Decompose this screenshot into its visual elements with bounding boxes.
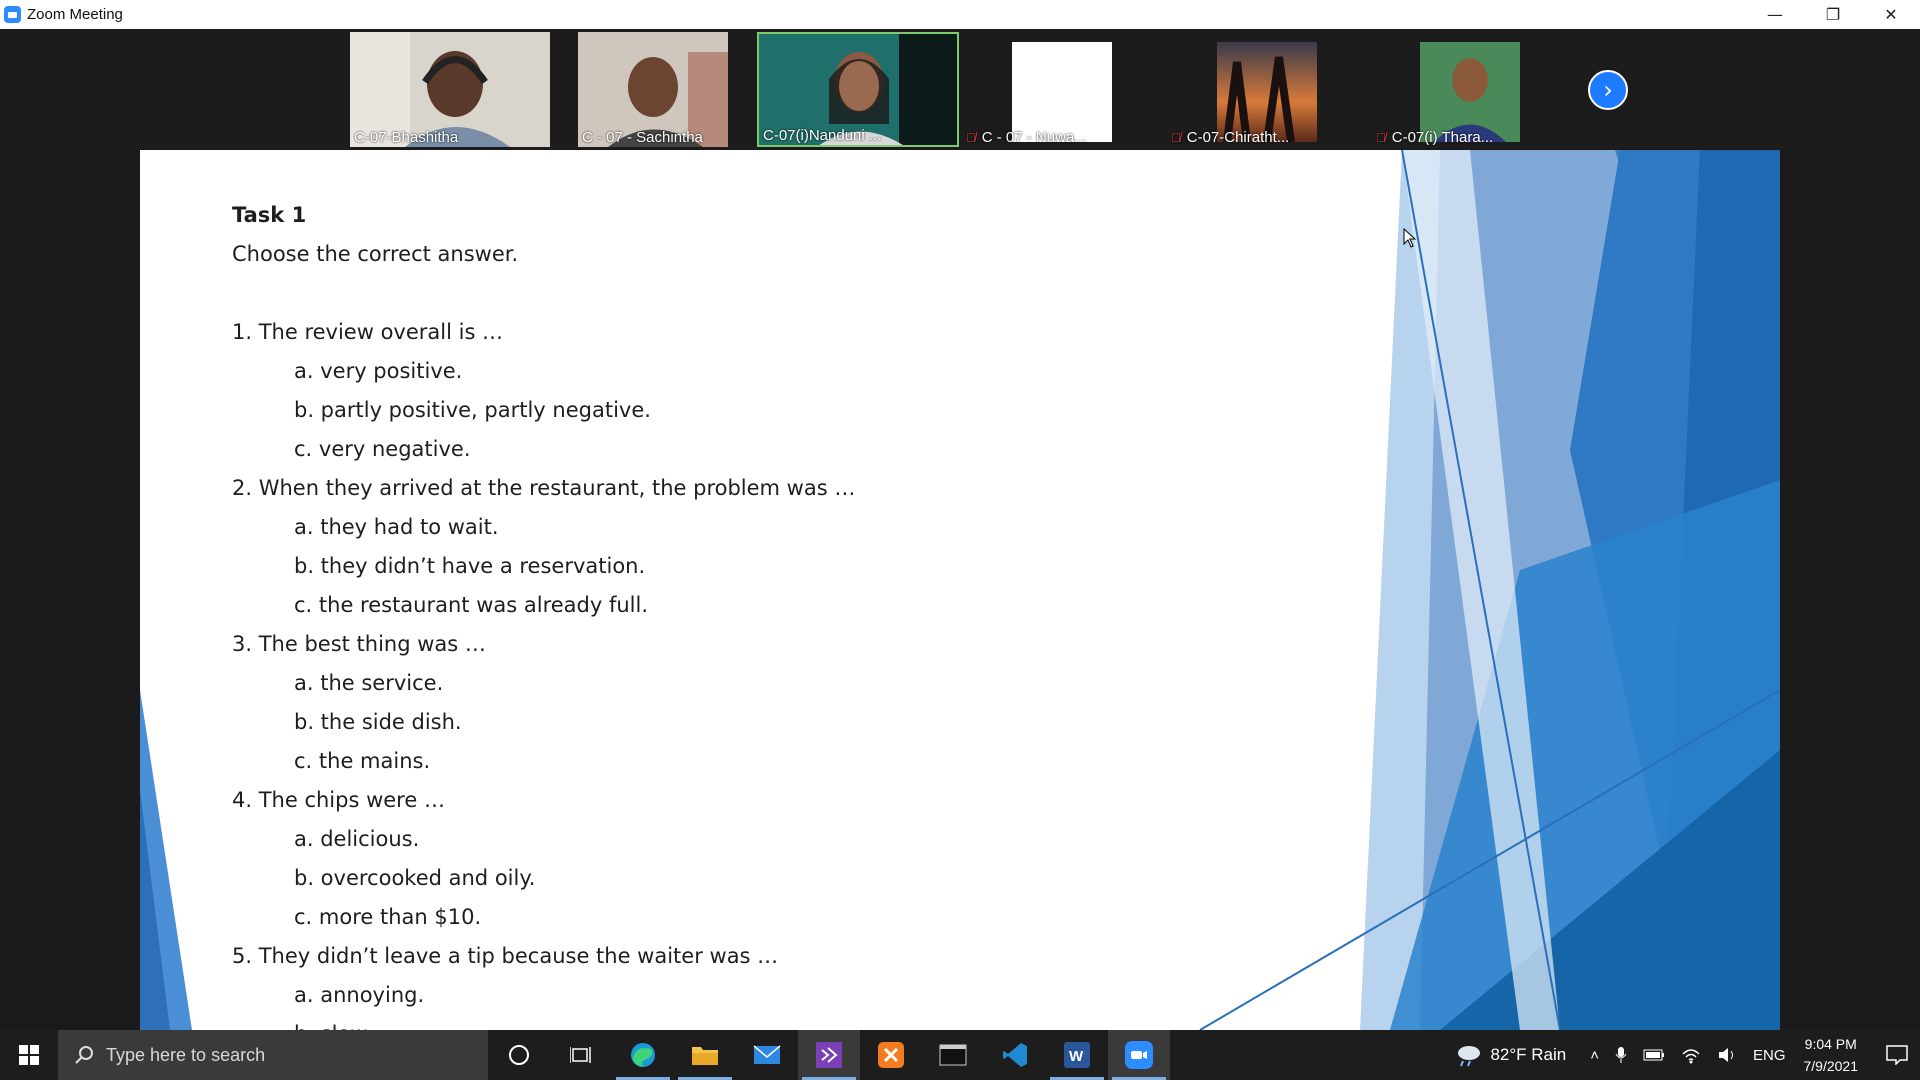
- task-title: Task 1: [232, 203, 307, 227]
- cortana-circle-icon: [509, 1045, 529, 1065]
- answer-option: c. more than $10.: [294, 905, 482, 929]
- start-button[interactable]: [0, 1030, 58, 1080]
- taskbar-app-word[interactable]: W: [1046, 1030, 1108, 1080]
- word-icon: W: [1064, 1042, 1090, 1068]
- muted-mic-icon: 🎙̸: [966, 130, 976, 145]
- answer-option: a. annoying.: [294, 983, 425, 1007]
- terminal-icon: [939, 1044, 967, 1066]
- cloud-rain-icon: [1458, 1046, 1481, 1067]
- participant-name: C-07-Bhashitha: [354, 129, 459, 146]
- participant-tile[interactable]: 🎙̸ C-07(i) Thara...: [1372, 32, 1570, 147]
- task-view-icon: [570, 1047, 591, 1063]
- participant-tile-active-speaker[interactable]: C-07(i)Nanduni ...: [757, 32, 959, 147]
- folder-icon: [692, 1047, 718, 1065]
- muted-mic-icon: 🎙̸: [1171, 130, 1181, 145]
- visual-studio-icon: [816, 1042, 842, 1068]
- participant-video: [1012, 42, 1112, 142]
- answer-option: b. partly positive, partly negative.: [294, 398, 651, 422]
- chevron-up-icon[interactable]: ˄: [1590, 1047, 1599, 1064]
- answer-option: a. very positive.: [294, 359, 463, 383]
- gallery-next-button[interactable]: ›: [1588, 70, 1628, 110]
- taskbar-app-zoom[interactable]: [1108, 1030, 1170, 1080]
- answer-option: b. slow.: [232, 1015, 855, 1030]
- notification-center-button[interactable]: [1874, 1030, 1920, 1080]
- clock-date: 7/9/2021: [1803, 1058, 1859, 1074]
- restore-button[interactable]: ❐: [1804, 0, 1862, 29]
- chevron-right-icon: ›: [1603, 76, 1613, 104]
- answer-option: c. the restaurant was already full.: [294, 593, 649, 617]
- participant-tile[interactable]: C-07-Bhashitha: [350, 32, 550, 147]
- window-controls: — ❐ ✕: [1746, 0, 1920, 29]
- speaker-volume-icon[interactable]: [1717, 1046, 1737, 1064]
- cortana-button[interactable]: [488, 1030, 550, 1080]
- svg-text:W: W: [1069, 1048, 1084, 1065]
- answer-option: a. the service.: [294, 671, 444, 695]
- taskbar-clock[interactable]: 9:04 PM 7/9/2021: [1804, 1033, 1859, 1077]
- search-icon: [75, 1046, 93, 1064]
- answer-option: a. they had to wait.: [294, 515, 499, 539]
- windows-logo-icon: [19, 1045, 39, 1065]
- question-text: 4. The chips were …: [232, 788, 445, 812]
- taskbar-app-file-explorer[interactable]: [674, 1030, 736, 1080]
- taskbar-app-edge[interactable]: [612, 1030, 674, 1080]
- mouse-cursor-icon: [1403, 228, 1417, 248]
- mail-icon: [753, 1045, 781, 1064]
- answer-option: a. delicious.: [294, 827, 420, 851]
- task-content: Task 1 Choose the correct answer. 1. The…: [232, 196, 855, 1030]
- system-tray: 82°F Rain ˄ ENG 9:04 PM 7/9/2021: [1454, 1030, 1920, 1080]
- answer-option: b. they didn’t have a reservation.: [294, 554, 646, 578]
- participant-tile[interactable]: 🎙̸ C - 07 - Nuwa...: [962, 32, 1164, 147]
- participant-name: 🎙̸ C-07-Chiratht...: [1171, 129, 1290, 146]
- microphone-icon[interactable]: [1615, 1046, 1627, 1064]
- wifi-icon[interactable]: [1681, 1046, 1701, 1064]
- window-titlebar: Zoom Meeting — ❐ ✕: [0, 0, 1920, 29]
- taskbar-app-vscode[interactable]: [984, 1030, 1046, 1080]
- windows-taskbar: Type here to search W 82°F Rain ˄ ENG 9:…: [0, 1030, 1920, 1080]
- zoom-icon: [1125, 1041, 1153, 1069]
- edge-browser-icon: [631, 1043, 655, 1067]
- participant-tile[interactable]: C - 07 - Sachintha: [578, 32, 728, 147]
- answer-option: b. the side dish.: [294, 710, 462, 734]
- search-placeholder: Type here to search: [106, 1044, 266, 1065]
- answer-option: b. overcooked and oily.: [294, 866, 536, 890]
- notification-icon: [1886, 1045, 1908, 1065]
- xampp-icon: [878, 1042, 904, 1068]
- input-language-indicator[interactable]: ENG: [1753, 1047, 1786, 1064]
- muted-mic-icon: 🎙̸: [1376, 130, 1386, 145]
- participant-name: 🎙̸ C - 07 - Nuwa...: [966, 129, 1087, 146]
- taskbar-app-mail[interactable]: [736, 1030, 798, 1080]
- clock-time: 9:04 PM: [1804, 1036, 1857, 1052]
- question-text: 1. The review overall is …: [232, 320, 504, 344]
- weather-text: 82°F Rain: [1490, 1045, 1567, 1064]
- vscode-icon: [1003, 1043, 1027, 1067]
- question-text: 5. They didn’t leave a tip because the w…: [232, 944, 779, 968]
- participant-name: 🎙̸ C-07(i) Thara...: [1376, 129, 1494, 146]
- taskbar-search-box[interactable]: Type here to search: [58, 1030, 488, 1080]
- minimize-button[interactable]: —: [1746, 0, 1804, 29]
- battery-icon[interactable]: [1643, 1048, 1665, 1062]
- taskbar-app-xampp[interactable]: [860, 1030, 922, 1080]
- taskbar-app-terminal[interactable]: [922, 1030, 984, 1080]
- task-instruction: Choose the correct answer.: [232, 242, 519, 266]
- participant-name: C-07(i)Nanduni ...: [763, 127, 882, 144]
- question-text: 2. When they arrived at the restaurant, …: [232, 476, 856, 500]
- answer-option: c. very negative.: [294, 437, 471, 461]
- window-title: Zoom Meeting: [27, 6, 123, 23]
- shared-screen-slide: Task 1 Choose the correct answer. 1. The…: [140, 150, 1780, 1030]
- participant-tile[interactable]: 🎙̸ C-07-Chiratht...: [1167, 32, 1369, 147]
- task-view-button[interactable]: [550, 1030, 612, 1080]
- question-text: 3. The best thing was …: [232, 632, 486, 656]
- close-button[interactable]: ✕: [1862, 0, 1920, 29]
- participant-gallery: C-07-Bhashitha C - 07 - Sachintha C-07(i…: [0, 29, 1920, 149]
- weather-widget[interactable]: 82°F Rain: [1454, 1043, 1566, 1067]
- taskbar-app-visual-studio[interactable]: [798, 1030, 860, 1080]
- participant-name: C - 07 - Sachintha: [582, 129, 703, 146]
- zoom-app-icon: [4, 6, 21, 23]
- answer-option: c. the mains.: [294, 749, 431, 773]
